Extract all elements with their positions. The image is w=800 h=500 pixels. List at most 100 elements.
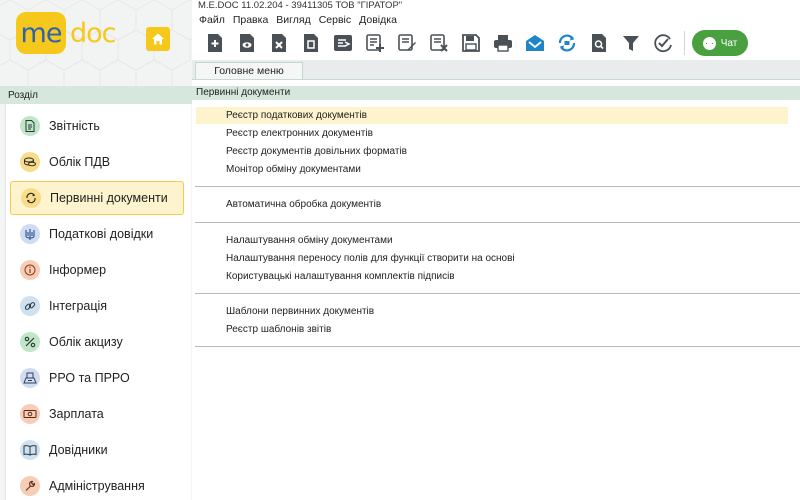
sidebar-item-salary[interactable]: Зарплата	[10, 397, 184, 431]
group-divider	[195, 186, 800, 187]
save-icon	[462, 34, 480, 52]
menu-service[interactable]: Сервіс	[319, 13, 351, 27]
send-button[interactable]	[519, 28, 551, 58]
sync-button[interactable]	[551, 28, 583, 58]
link-signature-sets-settings[interactable]: Користувацькі налаштування комплектів пі…	[196, 268, 788, 285]
tab-strip: Головне меню	[192, 60, 800, 79]
sidebar-body: Звітність Облік ПДВ Первинні документи П…	[5, 104, 191, 500]
add-document-button[interactable]	[199, 28, 231, 58]
tab-main-menu[interactable]: Головне меню	[195, 62, 303, 79]
sidebar-item-excise[interactable]: Облік акцизу	[10, 325, 184, 359]
sidebar: Розділ Звітність Облік ПДВ Первинні доку…	[0, 86, 192, 500]
medoc-logo: me doc	[16, 12, 117, 54]
sidebar-header: Розділ	[0, 86, 192, 104]
home-icon	[152, 33, 164, 45]
cancel-document-icon	[430, 34, 448, 52]
trident-icon	[20, 224, 40, 244]
preview-button[interactable]	[583, 28, 615, 58]
sidebar-item-label: Первинні документи	[50, 191, 168, 205]
link-report-templates-registry[interactable]: Реєстр шаблонів звітів	[196, 321, 788, 338]
filter-icon	[623, 36, 639, 51]
sidebar-item-vat[interactable]: Облік ПДВ	[10, 145, 184, 179]
main-header: Первинні документи	[192, 86, 800, 100]
percent-icon	[20, 332, 40, 352]
toolbar-separator	[684, 31, 685, 55]
link-auto-processing[interactable]: Автоматична обробка документів	[196, 196, 788, 213]
menu-bar: Файл Правка Вигляд Сервіс Довідка	[199, 13, 397, 27]
copy-document-icon	[304, 34, 318, 52]
sidebar-item-label: РРО та ПРРО	[49, 371, 130, 385]
export-document-icon	[334, 35, 352, 51]
save-button[interactable]	[455, 28, 487, 58]
link-exchange-settings[interactable]: Налаштування обміну документами	[196, 232, 788, 249]
link-electronic-documents-registry[interactable]: Реєстр електронних документів	[196, 125, 788, 142]
sidebar-item-tax-certificates[interactable]: Податкові довідки	[10, 217, 184, 251]
sidebar-item-label: Адміністрування	[49, 479, 145, 493]
sidebar-item-integration[interactable]: Інтеграція	[10, 289, 184, 323]
sidebar-item-label: Звітність	[49, 119, 100, 133]
delete-document-icon	[272, 34, 286, 52]
sidebar-item-label: Облік акцизу	[49, 335, 123, 349]
chat-bubble-icon	[702, 36, 716, 50]
view-document-button[interactable]	[231, 28, 263, 58]
sidebar-item-label: Податкові довідки	[49, 227, 154, 241]
create-on-basis-button[interactable]	[359, 28, 391, 58]
check-button[interactable]	[647, 28, 679, 58]
money-icon	[20, 404, 40, 424]
wrench-icon	[20, 476, 40, 496]
chat-button-label: Чат	[720, 37, 738, 49]
menu-edit[interactable]: Правка	[233, 13, 268, 27]
create-on-basis-icon	[366, 34, 384, 52]
print-button[interactable]	[487, 28, 519, 58]
group-divider	[195, 346, 800, 347]
window-title: M.E.DOC 11.02.204 - 39411305 ТОВ "ГІРАТО…	[198, 0, 403, 11]
export-document-button[interactable]	[327, 28, 359, 58]
group-divider	[195, 293, 800, 294]
menu-help[interactable]: Довідка	[359, 13, 397, 27]
link-primary-doc-templates[interactable]: Шаблони первинних документів	[196, 303, 788, 320]
preview-icon	[592, 34, 606, 52]
sidebar-item-label: Довідники	[49, 443, 108, 457]
delete-document-button[interactable]	[263, 28, 295, 58]
document-icon	[20, 116, 40, 136]
cash-register-icon	[20, 368, 40, 388]
coins-icon	[20, 152, 40, 172]
copy-document-button[interactable]	[295, 28, 327, 58]
send-icon	[526, 35, 544, 51]
link-icon	[20, 296, 40, 316]
view-document-icon	[240, 34, 254, 52]
filter-button[interactable]	[615, 28, 647, 58]
menu-view[interactable]: Вигляд	[276, 13, 310, 27]
group-divider	[195, 222, 800, 223]
cancel-document-button[interactable]	[423, 28, 455, 58]
tab-underline	[192, 79, 800, 80]
edit-document-button[interactable]	[391, 28, 423, 58]
menu-file[interactable]: Файл	[199, 13, 225, 27]
print-icon	[494, 35, 512, 52]
sidebar-item-label: Зарплата	[49, 407, 104, 421]
sidebar-item-label: Інформер	[49, 263, 107, 277]
link-tax-documents-registry[interactable]: Реєстр податкових документів	[196, 107, 788, 124]
sidebar-item-directories[interactable]: Довідники	[10, 433, 184, 467]
book-icon	[20, 440, 40, 460]
link-arbitrary-formats-registry[interactable]: Реєстр документів довільних форматів	[196, 143, 788, 160]
link-field-transfer-settings[interactable]: Налаштування переносу полів для функції …	[196, 250, 788, 267]
logo-me: me	[16, 12, 66, 54]
sidebar-item-label: Облік ПДВ	[49, 155, 111, 169]
edit-document-icon	[398, 34, 416, 51]
logo-area: me doc	[0, 0, 192, 86]
logo-doc: doc	[70, 17, 117, 49]
sidebar-item-administration[interactable]: Адміністрування	[10, 469, 184, 500]
sidebar-item-primary-documents[interactable]: Первинні документи	[10, 181, 184, 215]
sidebar-item-cash-registers[interactable]: РРО та ПРРО	[10, 361, 184, 395]
home-button[interactable]	[146, 27, 170, 51]
info-icon	[20, 260, 40, 280]
chat-button[interactable]: Чат	[692, 30, 748, 56]
sidebar-item-informer[interactable]: Інформер	[10, 253, 184, 287]
add-document-icon	[208, 34, 222, 52]
sidebar-item-label: Інтеграція	[49, 299, 108, 313]
sidebar-item-reporting[interactable]: Звітність	[10, 109, 184, 143]
toolbar: Чат	[199, 28, 748, 58]
link-exchange-monitor[interactable]: Монітор обміну документами	[196, 161, 788, 178]
check-icon	[654, 34, 672, 53]
